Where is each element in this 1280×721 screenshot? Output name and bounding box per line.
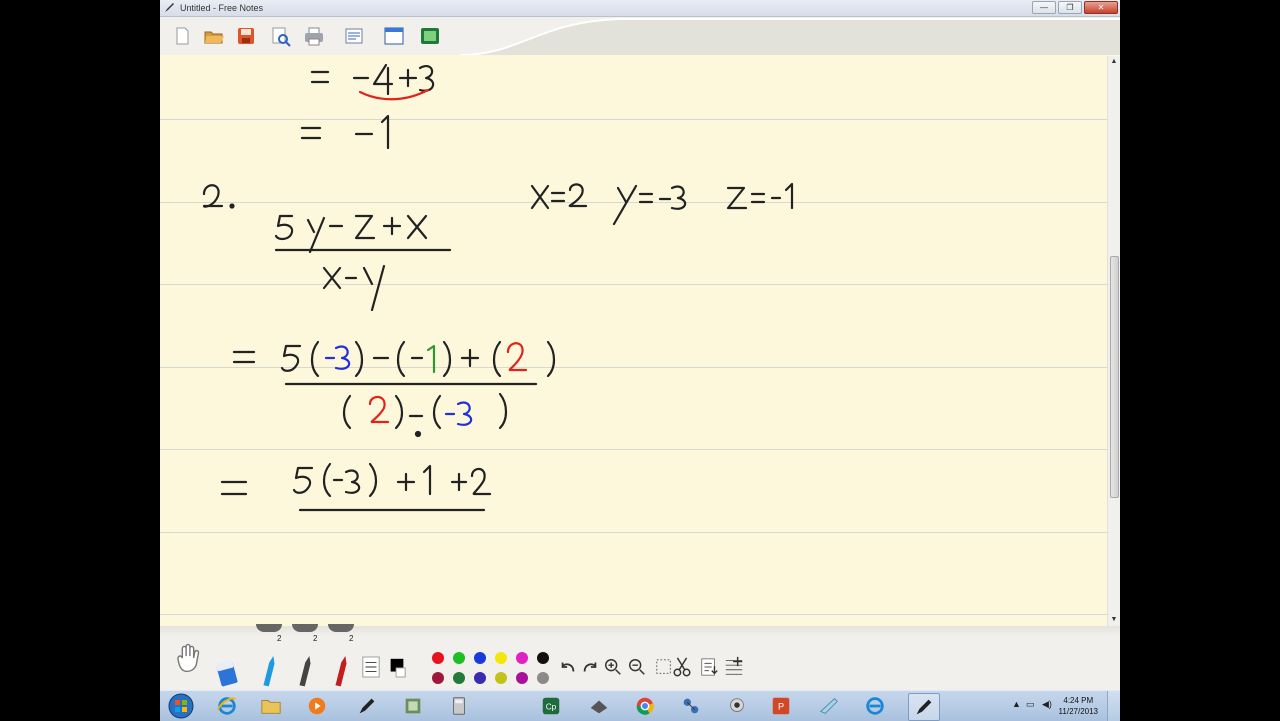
- pen-width-indicator[interactable]: [328, 624, 354, 632]
- vertical-scrollbar[interactable]: ▲ ▼: [1107, 56, 1120, 626]
- insert-page-icon[interactable]: [722, 654, 746, 680]
- bottom-toolbar: 2 2 2: [160, 624, 1120, 690]
- maximize-button[interactable]: ❐: [1058, 1, 1082, 14]
- network-icon[interactable]: ▭: [1026, 699, 1035, 710]
- app-pen-icon: [164, 2, 175, 13]
- pen-width-label: 2: [277, 634, 282, 643]
- color-swatch-magenta[interactable]: [516, 652, 528, 664]
- webcam-icon[interactable]: [722, 693, 752, 719]
- svg-text:Cp: Cp: [546, 703, 557, 712]
- color-swatch-black[interactable]: [537, 652, 549, 664]
- window-icon[interactable]: [382, 24, 406, 48]
- open-folder-icon[interactable]: [202, 24, 226, 48]
- system-clock[interactable]: 4:24 PM 11/27/2013: [1059, 695, 1098, 717]
- free-notes-icon[interactable]: [352, 693, 382, 719]
- internet-explorer-icon[interactable]: [212, 693, 242, 719]
- show-hidden-icons-icon[interactable]: ▲: [1012, 699, 1021, 709]
- top-toolbar: [160, 17, 1120, 55]
- color-swatch-indigo[interactable]: [474, 672, 486, 684]
- color-swatch-yellow[interactable]: [495, 652, 507, 664]
- ink-line-1: [310, 63, 435, 101]
- new-page-icon[interactable]: [170, 24, 194, 48]
- volume-icon[interactable]: ◀): [1042, 699, 1052, 710]
- window-title: Untitled - Free Notes: [180, 3, 264, 13]
- scroll-down-arrow[interactable]: ▼: [1108, 614, 1120, 626]
- settings-icon[interactable]: [342, 24, 366, 48]
- note-canvas[interactable]: [160, 56, 1108, 626]
- minimize-button[interactable]: —: [1032, 1, 1056, 14]
- ink-line-2: [300, 114, 390, 150]
- ink-simplification: [220, 462, 492, 512]
- undo-icon[interactable]: [558, 656, 578, 678]
- screen-capture-icon[interactable]: [418, 24, 442, 48]
- free-notes-window: Untitled - Free Notes — ❐ ✕ ▲ ▼ 2 2 2: [160, 0, 1120, 720]
- toolbar-swoosh: [460, 18, 1120, 55]
- clock-date: 11/27/2013: [1058, 707, 1098, 716]
- show-desktop-button[interactable]: [1107, 691, 1120, 721]
- network-app-icon[interactable]: [676, 693, 706, 719]
- file-explorer-icon[interactable]: [256, 693, 286, 719]
- internet-explorer-icon-2[interactable]: [860, 693, 890, 719]
- chrome-icon[interactable]: [630, 693, 660, 719]
- media-player-icon[interactable]: [302, 693, 332, 719]
- ink-variable-values: [530, 182, 794, 226]
- color-swatch-purple[interactable]: [516, 672, 528, 684]
- pen-width-label: 2: [349, 634, 354, 643]
- calculator-icon[interactable]: [444, 693, 474, 719]
- pan-hand-icon[interactable]: [170, 640, 206, 676]
- svg-text:P: P: [778, 702, 784, 712]
- app-icon[interactable]: [398, 693, 428, 719]
- paste-icon[interactable]: [698, 654, 720, 680]
- line-style-icon[interactable]: [360, 654, 382, 680]
- print-icon[interactable]: [302, 24, 326, 48]
- color-swatch-olive[interactable]: [495, 672, 507, 684]
- captivate-icon[interactable]: Cp: [536, 693, 566, 719]
- ink-expression: [274, 214, 452, 312]
- close-button[interactable]: ✕: [1084, 1, 1118, 14]
- clock-time: 4:24 PM: [1063, 696, 1094, 705]
- zoom-out-icon[interactable]: [626, 656, 648, 678]
- title-bar: Untitled - Free Notes — ❐ ✕: [160, 0, 1120, 17]
- color-swatch-gray[interactable]: [537, 672, 549, 684]
- zoom-in-icon[interactable]: [602, 656, 624, 678]
- ink-substitution: [232, 340, 556, 438]
- pen-icon[interactable]: [260, 652, 280, 690]
- handwriting-layer: [202, 63, 794, 512]
- notepad-icon[interactable]: [814, 693, 844, 719]
- scrollbar-thumb[interactable]: [1110, 256, 1119, 498]
- save-icon[interactable]: [234, 24, 258, 48]
- fill-color-icon[interactable]: [386, 654, 408, 680]
- color-swatch-dark-red[interactable]: [432, 672, 444, 684]
- eraser-icon[interactable]: [214, 656, 240, 688]
- app-icon-2[interactable]: [584, 693, 614, 719]
- pencil-icon[interactable]: [296, 652, 316, 690]
- ink-problem-number: [202, 184, 235, 209]
- color-swatch-dark-green[interactable]: [453, 672, 465, 684]
- scissors-icon[interactable]: [670, 654, 694, 680]
- scroll-up-arrow[interactable]: ▲: [1108, 56, 1120, 68]
- pen-width-indicator[interactable]: [292, 624, 318, 632]
- marker-icon[interactable]: [332, 652, 352, 690]
- color-swatch-green[interactable]: [453, 652, 465, 664]
- pen-width-indicator[interactable]: [256, 624, 282, 632]
- pen-width-label: 2: [313, 634, 318, 643]
- print-preview-icon[interactable]: [268, 24, 292, 48]
- color-swatch-red[interactable]: [432, 652, 444, 664]
- windows-taskbar: Cp P ▲ ▭ ◀) 4:24 PM 11/27/2013: [160, 690, 1120, 721]
- redo-icon[interactable]: [580, 656, 600, 678]
- powerpoint-icon[interactable]: P: [766, 693, 796, 719]
- color-swatch-blue[interactable]: [474, 652, 486, 664]
- start-orb-icon[interactable]: [166, 693, 196, 719]
- free-notes-icon-2[interactable]: [908, 693, 940, 721]
